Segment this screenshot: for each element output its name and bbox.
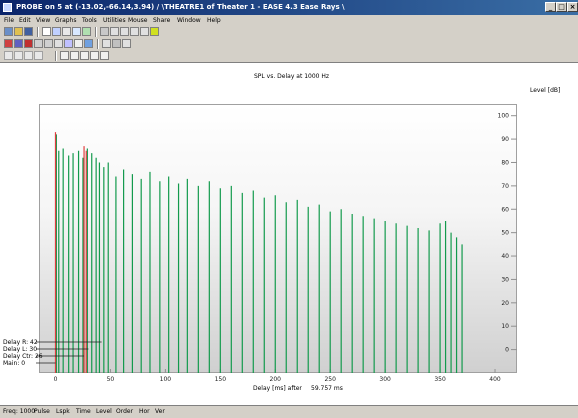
y-tick-label: 40 xyxy=(501,253,509,260)
x-tick-label: 300 xyxy=(379,376,391,383)
save-icon[interactable] xyxy=(24,27,33,36)
menu-file[interactable]: File xyxy=(4,16,14,25)
minimize-button[interactable]: _ xyxy=(545,2,556,12)
x-tick-label: 100 xyxy=(160,376,172,383)
open-icon[interactable] xyxy=(14,27,23,36)
status-ver: Ver xyxy=(155,408,165,415)
x-tick-label: 200 xyxy=(270,376,282,383)
window-title: PROBE on 5 at (-13.02,-66.14,3.94) / \TH… xyxy=(16,3,345,11)
ray-icon[interactable] xyxy=(74,39,83,48)
pointer-icon[interactable] xyxy=(42,27,51,36)
scale-icon[interactable] xyxy=(112,39,121,48)
legend-delay-r: Delay R: 42 xyxy=(3,339,38,346)
y-axis-label: Level [dB] xyxy=(530,87,561,94)
print-icon[interactable] xyxy=(14,39,23,48)
layer5-icon[interactable] xyxy=(100,51,109,60)
legend-delay-l: Delay L: 30 xyxy=(3,346,38,353)
legend-delay-ctr: Delay Ctr: 26 xyxy=(3,353,43,360)
back-icon[interactable] xyxy=(34,39,43,48)
y-tick-label: 80 xyxy=(501,159,509,166)
print-icon[interactable] xyxy=(100,27,109,36)
layer3-icon[interactable] xyxy=(80,51,89,60)
layer2-icon[interactable] xyxy=(70,51,79,60)
table-icon[interactable] xyxy=(54,39,63,48)
menu-mouse[interactable]: Mouse xyxy=(128,16,147,25)
zoom-in-icon[interactable] xyxy=(52,27,61,36)
x-tick-label: 50 xyxy=(107,376,115,383)
title-bar: PROBE on 5 at (-13.02,-66.14,3.94) / \TH… xyxy=(0,0,578,15)
x-tick-label: 0 xyxy=(54,376,58,383)
menu-view[interactable]: View xyxy=(36,16,50,25)
step-back-icon[interactable] xyxy=(4,51,13,60)
status-time: Time xyxy=(76,408,91,415)
step-forward-icon[interactable] xyxy=(34,51,43,60)
y-tick-label: 10 xyxy=(501,323,509,330)
legend-main: Main: 0 xyxy=(3,360,26,367)
x-tick-label: 250 xyxy=(324,376,336,383)
y-tick-label: 30 xyxy=(501,276,509,283)
fit-icon[interactable] xyxy=(72,27,81,36)
x-tick-label: 400 xyxy=(489,376,501,383)
y-tick-label: 60 xyxy=(501,206,509,213)
grid-icon[interactable] xyxy=(82,27,91,36)
app-icon xyxy=(3,3,12,12)
menu-bar: File Edit View Graphs Tools Utilities Mo… xyxy=(0,15,578,26)
calc-icon[interactable] xyxy=(64,39,73,48)
menu-graphs[interactable]: Graphs xyxy=(55,16,77,25)
menu-help[interactable]: Help xyxy=(207,16,221,25)
export-icon[interactable] xyxy=(84,39,93,48)
close-button[interactable]: × xyxy=(567,2,578,12)
new-icon[interactable] xyxy=(4,27,13,36)
y-tick-label: 20 xyxy=(501,300,509,307)
x-axis-label: Delay [ms] after xyxy=(253,385,302,392)
x-tick-label: 350 xyxy=(434,376,446,383)
status-order: Order xyxy=(116,408,134,415)
left-icon[interactable] xyxy=(130,27,139,36)
up-icon[interactable] xyxy=(110,27,119,36)
chart-svg: 10090807060504030201000 50 100 150 200 250 300… xyxy=(36,113,517,383)
status-level: Level xyxy=(96,408,112,415)
status-lspk: Lspk xyxy=(56,408,70,415)
layer1-icon[interactable] xyxy=(60,51,69,60)
maximize-button[interactable]: □ xyxy=(556,2,567,12)
y-tick-label: 90 xyxy=(501,136,509,143)
copy-icon[interactable] xyxy=(24,39,33,48)
next-icon[interactable] xyxy=(24,51,33,60)
menu-share[interactable]: Share xyxy=(153,16,170,25)
menu-edit[interactable]: Edit xyxy=(19,16,31,25)
x-tick-label: 150 xyxy=(215,376,227,383)
status-hor: Hor xyxy=(139,408,150,415)
y-tick-label: 0 xyxy=(505,347,509,354)
y-tick-label: 100 xyxy=(498,113,510,120)
down-icon[interactable] xyxy=(120,27,129,36)
layer4-icon[interactable] xyxy=(90,51,99,60)
settings-icon[interactable] xyxy=(150,27,159,36)
menu-utilities[interactable]: Utilities xyxy=(103,16,126,25)
pan-icon[interactable] xyxy=(62,27,71,36)
chart-title: SPL vs. Delay at 1000 Hz xyxy=(254,73,330,80)
status-freq: Freq: 1000 xyxy=(3,408,36,415)
chart-icon[interactable] xyxy=(4,39,13,48)
forward-icon[interactable] xyxy=(44,39,53,48)
x-axis-value: 59.757 ms xyxy=(311,385,343,392)
zoom-icon[interactable] xyxy=(122,39,131,48)
menu-window[interactable]: Window xyxy=(177,16,201,25)
prev-icon[interactable] xyxy=(14,51,23,60)
y-tick-label: 70 xyxy=(501,183,509,190)
menu-tools[interactable]: Tools xyxy=(82,16,97,25)
y-tick-label: 50 xyxy=(501,230,509,237)
view-icon[interactable] xyxy=(102,39,111,48)
right-icon[interactable] xyxy=(140,27,149,36)
status-bar: Freq: 1000 Pulse Lspk Time Level Order H… xyxy=(0,405,578,418)
status-pulse: Pulse xyxy=(34,408,50,415)
